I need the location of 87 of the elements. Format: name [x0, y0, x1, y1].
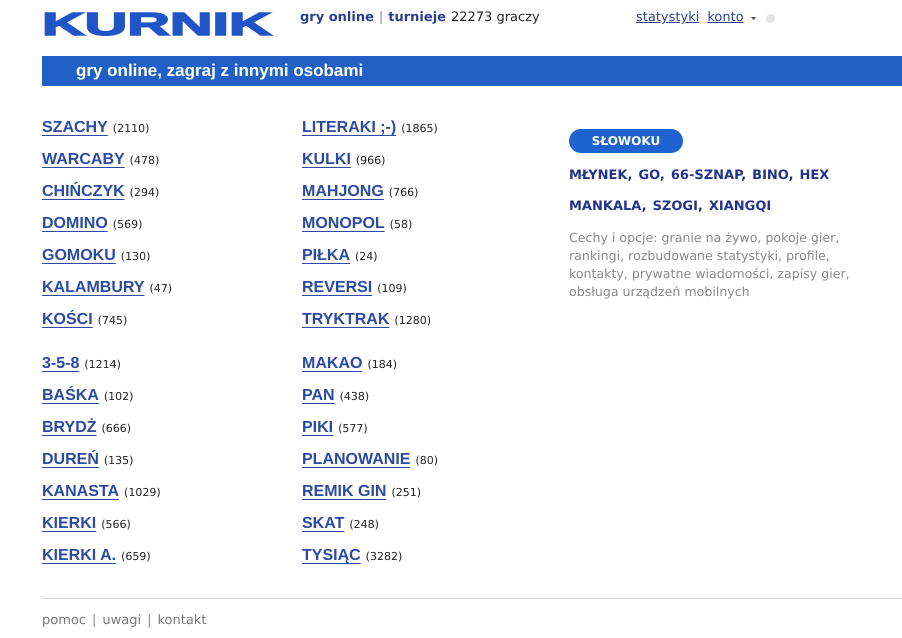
game-link[interactable]: DUREŃ [42, 451, 99, 469]
player-count: (135) [104, 454, 134, 466]
player-count: (294) [130, 186, 160, 198]
game-link[interactable]: PAN [302, 387, 335, 405]
separator: , [642, 199, 647, 214]
game-link[interactable]: PIKI [302, 419, 334, 437]
game-link[interactable]: KOŚCI [42, 311, 93, 329]
player-count: (745) [98, 314, 128, 326]
game-link[interactable]: TRYKTRAK [302, 311, 390, 329]
player-count: (659) [121, 550, 151, 562]
separator: , [741, 168, 746, 183]
game-link[interactable]: TYSIĄC [302, 547, 361, 565]
separator: , [660, 168, 665, 183]
separator: | [147, 613, 152, 629]
game-link[interactable]: LITERAKI ;-) [302, 119, 396, 137]
player-count: (80) [415, 454, 438, 466]
player-count: (24) [355, 250, 378, 262]
player-count: (478) [130, 154, 160, 166]
player-count: (102) [104, 390, 134, 402]
footer-link[interactable]: kontakt [157, 613, 206, 629]
game-link[interactable]: KALAMBURY [42, 279, 145, 297]
player-count: (251) [391, 486, 422, 498]
player-count: (1029) [124, 486, 161, 498]
game-link[interactable]: BINO [752, 168, 789, 183]
game-link[interactable]: 66-SZNAP [670, 168, 742, 183]
game-link[interactable]: BRYDŻ [42, 419, 97, 437]
player-count: (566) [101, 518, 131, 530]
banner-title: gry online, zagraj z innymi osobami [76, 61, 364, 81]
game-link[interactable]: SKAT [302, 515, 344, 533]
game-link[interactable]: KULKI [302, 151, 351, 169]
separator: | [378, 10, 384, 26]
game-link[interactable]: CHIŃCZYK [42, 183, 125, 201]
features-description: Cechy i opcje: granie na żywo, pokoje gier, rankingi, rozbudowane statystyki, profile, kontakty, prywatne wiadomości, zapisy gier, obsługa urządzeń mobilnych [569, 229, 851, 301]
separator: , [788, 168, 794, 183]
nav-link[interactable]: gry online [300, 10, 374, 26]
game-link[interactable]: SZOGI [652, 199, 698, 214]
player-count: (577) [338, 422, 368, 434]
player-count: (109) [377, 282, 407, 294]
logo[interactable]: KURNIK [42, 12, 272, 36]
game-link[interactable]: XIANGQI [708, 199, 772, 214]
game-link[interactable]: MONOPOL [302, 215, 385, 233]
caret-icon[interactable] [750, 16, 756, 20]
player-count: (666) [102, 422, 132, 434]
player-count: (184) [367, 358, 398, 370]
account-menu[interactable]: konto [707, 10, 744, 26]
separator: , [698, 199, 703, 214]
game-link[interactable]: HEX [800, 168, 830, 183]
footer-link[interactable]: pomoc [42, 613, 86, 629]
player-count: (130) [120, 250, 150, 262]
game-link[interactable]: WARCABY [42, 151, 125, 169]
player-count: (58) [390, 218, 412, 230]
separator: | [92, 613, 96, 629]
game-link[interactable]: GOMOKU [42, 247, 116, 265]
game-link[interactable]: REVERSI [302, 279, 372, 297]
game-link[interactable]: GO [638, 168, 660, 183]
status-dot-icon [766, 14, 775, 22]
game-link[interactable]: KIERKI A. [42, 547, 116, 565]
stats-link[interactable]: statystyki [636, 10, 700, 26]
game-link[interactable]: MANKALA [569, 199, 642, 214]
game-link[interactable]: KIERKI [42, 515, 96, 533]
game-link[interactable]: MŁYNEK [569, 168, 628, 183]
game-link[interactable]: PIŁKA [302, 247, 350, 265]
game-link[interactable]: MAKAO [302, 355, 362, 373]
game-link[interactable]: BAŚKA [42, 387, 99, 405]
game-link[interactable]: DOMINO [42, 215, 108, 233]
player-count: (1865) [401, 122, 438, 134]
player-count: (2110) [112, 122, 150, 134]
game-link[interactable]: PLANOWANIE [302, 451, 410, 469]
player-count: (438) [340, 390, 370, 402]
game-link[interactable]: KANASTA [42, 483, 120, 501]
separator: , [628, 168, 632, 183]
player-count: (3282) [366, 550, 402, 562]
game-link[interactable]: SZACHY [42, 119, 108, 137]
player-count: (766) [388, 186, 418, 198]
footer-link[interactable]: uwagi [102, 613, 142, 629]
featured-game-button[interactable]: SŁOWOKU [569, 129, 683, 153]
player-count: (47) [150, 282, 172, 294]
player-total: 22273 graczy [450, 10, 540, 26]
player-count: (248) [349, 518, 379, 530]
game-link[interactable]: 3-5-8 [42, 355, 80, 373]
game-link[interactable]: REMIK GIN [302, 483, 386, 501]
player-count: (1280) [394, 314, 431, 326]
player-count: (966) [356, 154, 386, 166]
player-count: (1214) [84, 358, 121, 370]
game-link[interactable]: MAHJONG [302, 183, 384, 201]
player-count: (569) [112, 218, 142, 230]
nav-link[interactable]: turnieje [388, 10, 446, 26]
